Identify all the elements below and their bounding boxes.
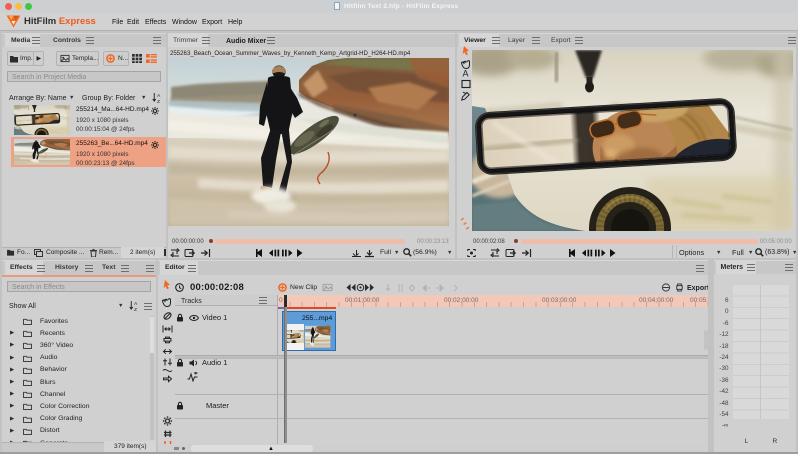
svg-text:A: A [134,301,138,307]
svg-text:A: A [157,93,161,99]
svg-text:Z: Z [157,99,160,103]
svg-text:Z: Z [134,307,137,311]
svg-text:A: A [463,69,469,79]
